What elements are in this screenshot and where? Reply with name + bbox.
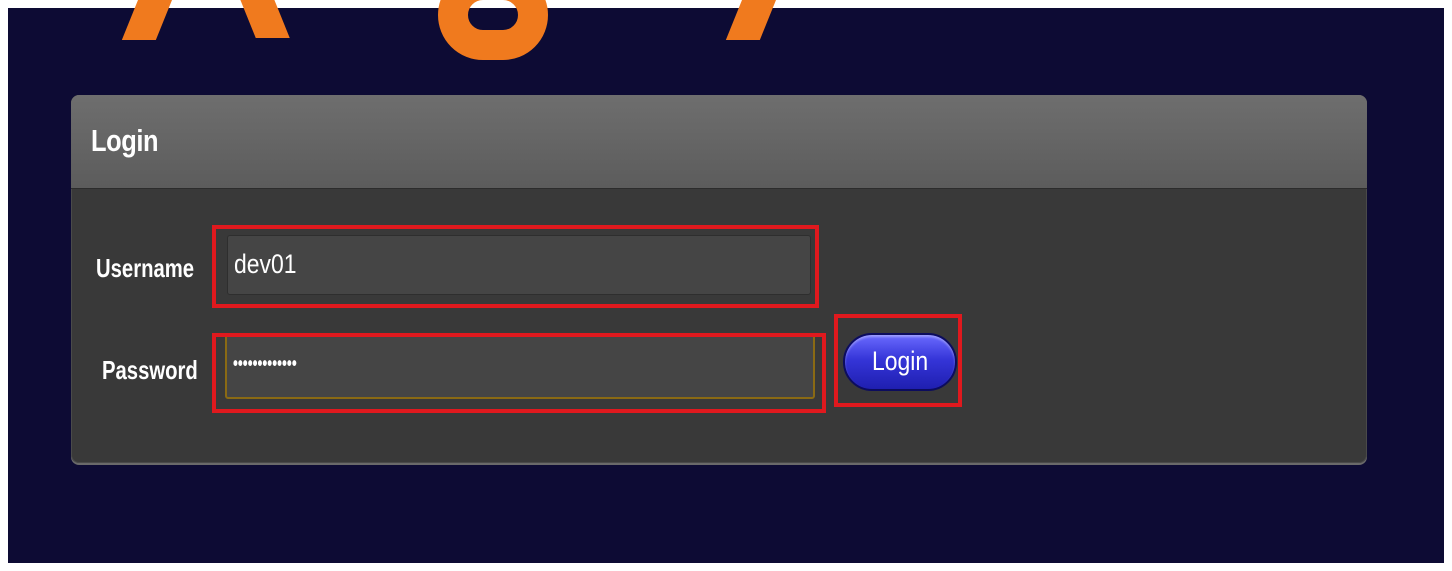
username-label: Username <box>96 253 195 283</box>
watermark-stroke <box>224 0 290 38</box>
login-panel-title: Login <box>91 123 159 158</box>
password-masked-value: ••••••••••••• <box>233 353 297 375</box>
login-panel-header: Login <box>71 95 1367 189</box>
login-button-label: Login <box>871 346 929 376</box>
watermark-stroke <box>121 0 189 40</box>
login-button[interactable]: Login <box>843 333 957 391</box>
brand-watermark <box>0 0 1452 60</box>
username-input[interactable]: dev01 <box>227 235 811 295</box>
username-value: dev01 <box>234 249 297 279</box>
password-input[interactable]: ••••••••••••• <box>225 333 815 399</box>
watermark-stroke <box>725 0 793 40</box>
login-panel: Login Username dev01 Password ••••••••••… <box>71 95 1367 463</box>
password-label: Password <box>102 355 198 385</box>
watermark-ring <box>438 0 548 60</box>
